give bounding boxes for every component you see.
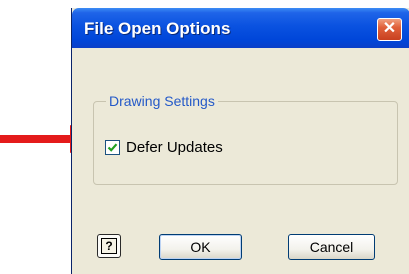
close-icon: ✕ [382, 20, 397, 37]
close-button[interactable]: ✕ [377, 18, 402, 41]
group-legend: Drawing Settings [106, 93, 218, 109]
title-bar[interactable]: File Open Options ✕ [72, 8, 409, 48]
cancel-button[interactable]: Cancel [288, 234, 375, 260]
ok-button[interactable]: OK [159, 234, 242, 260]
dialog-title: File Open Options [84, 19, 231, 38]
defer-updates-checkbox[interactable] [105, 140, 120, 155]
help-button[interactable]: ? [97, 234, 121, 258]
help-icon: ? [101, 238, 117, 254]
file-open-options-dialog: File Open Options ✕ Drawing Settings Def… [71, 8, 409, 274]
defer-updates-label[interactable]: Defer Updates [126, 139, 223, 156]
checkmark-icon [107, 143, 118, 152]
